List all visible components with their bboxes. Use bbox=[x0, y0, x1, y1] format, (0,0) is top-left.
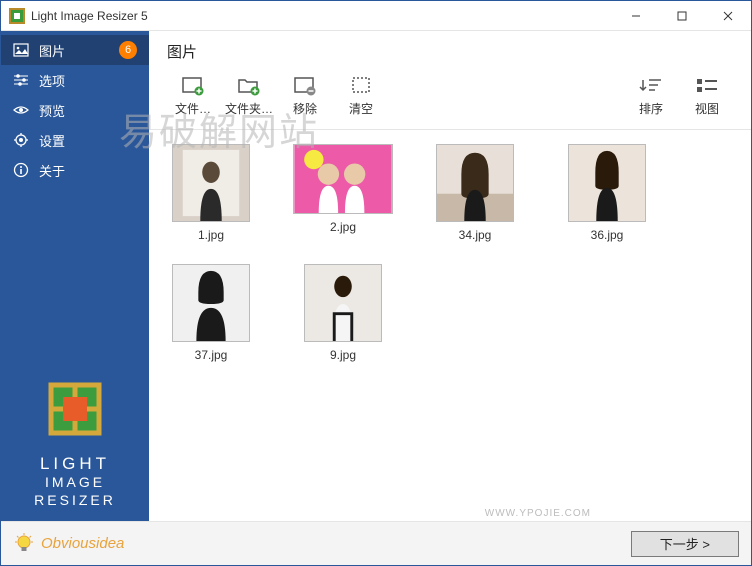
sidebar-item-settings[interactable]: 设置 bbox=[1, 125, 149, 155]
tool-label: 移除 bbox=[293, 100, 317, 117]
thumbnail-item[interactable]: 1.jpg bbox=[161, 144, 261, 242]
view-button[interactable]: 视图 bbox=[679, 74, 735, 119]
add-file-button[interactable]: 文件… bbox=[165, 74, 221, 119]
sliders-icon bbox=[13, 72, 29, 88]
thumbnail-image bbox=[172, 144, 250, 222]
tool-label: 文件… bbox=[175, 100, 211, 117]
thumbnail-item[interactable]: 2.jpg bbox=[293, 144, 393, 242]
bulb-icon bbox=[13, 533, 35, 555]
sidebar-item-label: 预览 bbox=[39, 101, 137, 120]
thumbnail-image bbox=[304, 264, 382, 342]
sidebar-item-label: 关于 bbox=[39, 161, 137, 180]
sort-icon bbox=[639, 76, 663, 96]
thumbnail-item[interactable]: 34.jpg bbox=[425, 144, 525, 242]
sidebar: 图片 6 选项 预览 设置 关于 bbox=[1, 31, 149, 521]
info-icon bbox=[13, 162, 29, 178]
clear-button[interactable]: 清空 bbox=[333, 74, 389, 119]
gear-icon bbox=[13, 132, 29, 148]
footer-brand-text: Obviousidea bbox=[41, 535, 124, 552]
minimize-button[interactable] bbox=[613, 1, 659, 31]
view-icon bbox=[695, 76, 719, 96]
sidebar-item-images[interactable]: 图片 6 bbox=[1, 35, 149, 65]
thumbnail-item[interactable]: 37.jpg bbox=[161, 264, 261, 362]
tool-label: 文件夹… bbox=[225, 100, 273, 117]
sidebar-item-options[interactable]: 选项 bbox=[1, 65, 149, 95]
footer: Obviousidea 下一步 > bbox=[1, 521, 751, 565]
page-title: 图片 bbox=[149, 31, 751, 68]
thumbnail-label: 37.jpg bbox=[195, 348, 228, 362]
tool-label: 排序 bbox=[639, 100, 663, 117]
brand-logo-icon bbox=[45, 379, 105, 439]
sidebar-badge: 6 bbox=[119, 41, 137, 59]
clear-icon bbox=[349, 76, 373, 96]
footer-brand: Obviousidea bbox=[13, 533, 631, 555]
close-button[interactable] bbox=[705, 1, 751, 31]
sidebar-items: 图片 6 选项 预览 设置 关于 bbox=[1, 31, 149, 185]
tool-label: 视图 bbox=[695, 100, 719, 117]
remove-icon bbox=[293, 76, 317, 96]
window-title: Light Image Resizer 5 bbox=[31, 9, 613, 23]
thumbnail-image bbox=[436, 144, 514, 222]
sidebar-item-label: 图片 bbox=[39, 41, 109, 60]
main-panel: 图片 文件… 文件夹… 移除 清空 bbox=[149, 31, 751, 521]
toolbar: 文件… 文件夹… 移除 清空 排序 bbox=[149, 68, 751, 130]
watermark-url: WWW.YPOJIE.COM bbox=[485, 508, 591, 519]
maximize-button[interactable] bbox=[659, 1, 705, 31]
remove-button[interactable]: 移除 bbox=[277, 74, 333, 119]
thumbnail-label: 34.jpg bbox=[459, 228, 492, 242]
brand-area: LIGHT IMAGE RESIZER bbox=[1, 367, 149, 521]
thumbnail-label: 9.jpg bbox=[330, 348, 356, 362]
thumbnail-image bbox=[172, 264, 250, 342]
sidebar-item-label: 设置 bbox=[39, 131, 137, 150]
next-button[interactable]: 下一步 > bbox=[631, 531, 739, 557]
thumbnail-item[interactable]: 36.jpg bbox=[557, 144, 657, 242]
sidebar-item-preview[interactable]: 预览 bbox=[1, 95, 149, 125]
brand-text: LIGHT IMAGE RESIZER bbox=[34, 453, 116, 509]
sidebar-item-about[interactable]: 关于 bbox=[1, 155, 149, 185]
thumbnail-label: 2.jpg bbox=[330, 220, 356, 234]
app-window: Light Image Resizer 5 图片 6 选项 预览 bbox=[0, 0, 752, 566]
images-icon bbox=[13, 42, 29, 58]
window-body: 图片 6 选项 预览 设置 关于 bbox=[1, 31, 751, 521]
eye-icon bbox=[13, 102, 29, 118]
add-folder-button[interactable]: 文件夹… bbox=[221, 74, 277, 119]
thumbnail-item[interactable]: 9.jpg bbox=[293, 264, 393, 362]
sidebar-item-label: 选项 bbox=[39, 71, 137, 90]
thumbnail-image bbox=[568, 144, 646, 222]
thumbnail-label: 36.jpg bbox=[591, 228, 624, 242]
titlebar: Light Image Resizer 5 bbox=[1, 1, 751, 31]
tool-label: 清空 bbox=[349, 100, 373, 117]
file-add-icon bbox=[181, 76, 205, 96]
sort-button[interactable]: 排序 bbox=[623, 74, 679, 119]
thumbnail-grid: 1.jpg 2.jpg 34.jpg 36.jpg 37.jpg bbox=[149, 130, 751, 521]
thumbnail-image bbox=[293, 144, 393, 214]
app-icon bbox=[9, 8, 25, 24]
folder-add-icon bbox=[237, 76, 261, 96]
thumbnail-label: 1.jpg bbox=[198, 228, 224, 242]
window-controls bbox=[613, 1, 751, 31]
